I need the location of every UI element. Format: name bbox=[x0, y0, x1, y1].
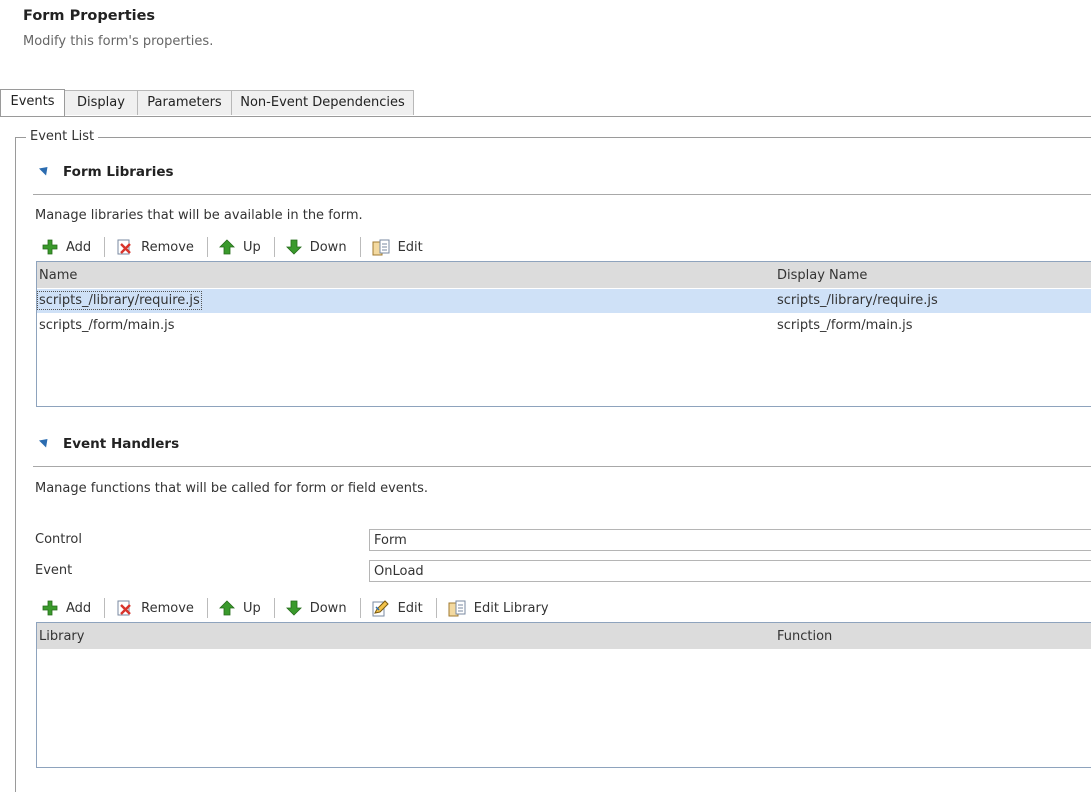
column-header-name[interactable]: Name bbox=[39, 268, 77, 283]
form-libraries-grid: Name Display Name scripts_/library/requi… bbox=[36, 261, 1091, 407]
library-display-name-cell: scripts_/form/main.js bbox=[777, 318, 913, 333]
control-select-value: Form bbox=[374, 533, 407, 548]
section-divider bbox=[33, 466, 1091, 467]
arrow-up-icon bbox=[218, 239, 235, 255]
grid-header: Name Display Name bbox=[37, 262, 1091, 288]
tab-events[interactable]: Events bbox=[0, 89, 65, 116]
section-divider bbox=[33, 194, 1091, 195]
event-list-border-left bbox=[15, 137, 16, 792]
column-header-function[interactable]: Function bbox=[777, 629, 832, 644]
arrow-up-icon bbox=[218, 600, 235, 616]
form-libraries-description: Manage libraries that will be available … bbox=[35, 208, 363, 223]
table-row[interactable]: scripts_/form/main.js scripts_/form/main… bbox=[37, 314, 1091, 338]
plus-icon bbox=[42, 239, 58, 255]
edit-library-link-button[interactable]: Edit Library bbox=[444, 597, 553, 619]
toolbar-separator bbox=[104, 598, 106, 618]
page-subtitle: Modify this form's properties. bbox=[23, 34, 214, 49]
event-list-legend: Event List bbox=[26, 129, 99, 144]
plus-icon bbox=[42, 600, 58, 616]
event-handlers-grid: Library Function bbox=[36, 622, 1091, 768]
edit-library-button[interactable]: Edit bbox=[368, 236, 427, 258]
event-label: Event bbox=[35, 563, 73, 578]
event-select-value: OnLoad bbox=[374, 564, 424, 579]
column-header-display-name[interactable]: Display Name bbox=[777, 268, 867, 283]
toolbar-separator bbox=[206, 237, 208, 257]
form-libraries-toolbar: Add Remove Up Down Edit bbox=[38, 236, 427, 258]
remove-handler-button[interactable]: Remove bbox=[112, 597, 198, 619]
grid-header: Library Function bbox=[37, 623, 1091, 649]
arrow-down-icon bbox=[285, 600, 302, 616]
toolbar-separator bbox=[273, 237, 275, 257]
remove-icon bbox=[117, 600, 132, 615]
remove-icon bbox=[117, 239, 132, 254]
arrow-down-icon bbox=[285, 239, 302, 255]
handler-up-button[interactable]: Up bbox=[215, 597, 265, 619]
event-handlers-toolbar: Add Remove Up Down Edit Edit Library bbox=[38, 597, 553, 619]
library-edit-icon bbox=[448, 600, 466, 616]
add-library-button[interactable]: Add bbox=[38, 236, 95, 258]
table-row[interactable]: scripts_/library/require.js scripts_/lib… bbox=[37, 289, 1091, 313]
remove-library-button[interactable]: Remove bbox=[112, 236, 198, 258]
collapse-triangle-icon[interactable] bbox=[38, 435, 52, 448]
handler-down-button[interactable]: Down bbox=[282, 597, 351, 619]
column-header-library[interactable]: Library bbox=[39, 629, 84, 644]
tab-parameters[interactable]: Parameters bbox=[137, 90, 232, 115]
add-handler-button[interactable]: Add bbox=[38, 597, 95, 619]
event-handlers-description: Manage functions that will be called for… bbox=[35, 481, 429, 496]
toolbar-separator bbox=[359, 237, 361, 257]
move-up-button[interactable]: Up bbox=[215, 236, 265, 258]
move-down-button[interactable]: Down bbox=[282, 236, 351, 258]
event-list-border bbox=[15, 137, 1091, 138]
control-select[interactable]: Form bbox=[369, 529, 1091, 551]
collapse-triangle-icon[interactable] bbox=[38, 163, 52, 176]
library-display-name-cell: scripts_/library/require.js bbox=[777, 293, 938, 308]
toolbar-separator bbox=[104, 237, 106, 257]
library-name-cell: scripts_/library/require.js bbox=[37, 291, 202, 310]
event-select[interactable]: OnLoad bbox=[369, 560, 1091, 582]
toolbar-separator bbox=[206, 598, 208, 618]
page-title: Form Properties bbox=[23, 8, 156, 24]
tab-display[interactable]: Display bbox=[64, 90, 138, 115]
edit-handler-button[interactable]: Edit bbox=[368, 597, 427, 619]
event-handlers-title: Event Handlers bbox=[63, 436, 180, 452]
control-label: Control bbox=[35, 532, 82, 547]
library-edit-icon bbox=[372, 239, 390, 255]
toolbar-separator bbox=[435, 598, 437, 618]
library-name-cell: scripts_/form/main.js bbox=[39, 318, 175, 333]
tab-non-event-dependencies[interactable]: Non-Event Dependencies bbox=[231, 90, 414, 115]
toolbar-separator bbox=[359, 598, 361, 618]
toolbar-separator bbox=[273, 598, 275, 618]
edit-pencil-icon bbox=[372, 599, 389, 616]
form-libraries-title: Form Libraries bbox=[63, 164, 174, 180]
